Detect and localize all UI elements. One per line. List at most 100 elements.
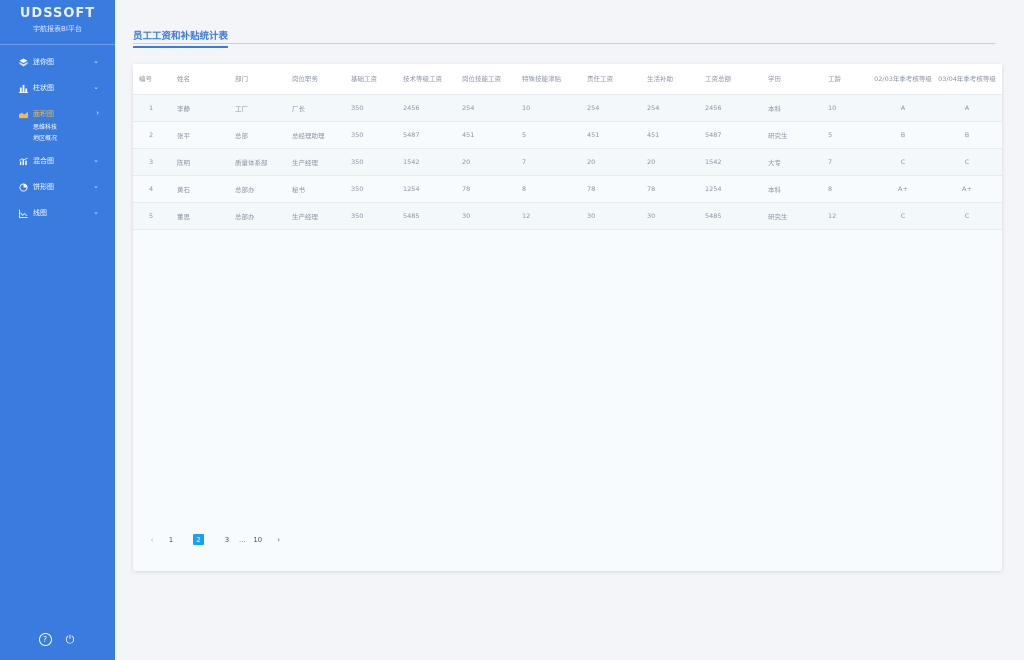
pagination-page-2-active[interactable]: 2 bbox=[193, 534, 204, 545]
table-cell: C bbox=[874, 202, 932, 230]
bar-chart-icon bbox=[18, 83, 28, 93]
table-cell: 350 bbox=[345, 175, 397, 203]
table-cell: 5 bbox=[822, 121, 874, 149]
chevron-down-icon: ⌄ bbox=[93, 83, 99, 91]
table-cell: 1254 bbox=[699, 175, 762, 203]
table-cell: 大专 bbox=[762, 148, 822, 176]
column-header: 技术等级工资 bbox=[397, 64, 456, 95]
sidebar-bottom: ? ⏻ bbox=[0, 633, 115, 646]
table-cell: 20 bbox=[456, 148, 516, 176]
table-cell: 5485 bbox=[699, 202, 762, 230]
pagination-page-last[interactable]: 10 bbox=[252, 534, 264, 545]
table-cell: 研究生 bbox=[762, 121, 822, 149]
table-cell: 秘书 bbox=[286, 175, 345, 203]
table-cell: 78 bbox=[456, 175, 516, 203]
table-header-row: 编号 姓名 部门 岗位职务 基础工资 技术等级工资 岗位技能工资 特殊技能津贴 责任工资 生活补助… bbox=[133, 64, 1002, 95]
table-cell: 20 bbox=[641, 148, 699, 176]
sidebar-item-label: 饼形图 bbox=[33, 183, 54, 191]
power-icon[interactable]: ⏻ bbox=[64, 633, 77, 646]
table-cell: 5487 bbox=[699, 121, 762, 149]
pagination-next-button[interactable]: › bbox=[274, 534, 284, 545]
pagination-prev-button[interactable]: ‹ bbox=[147, 534, 157, 545]
table-cell: 1542 bbox=[397, 148, 456, 176]
sidebar-item-area-chart[interactable]: 面积图 › bbox=[0, 101, 115, 127]
area-chart-icon bbox=[18, 109, 28, 119]
sidebar-subitem-region-overview[interactable]: 地区概况 bbox=[33, 133, 115, 144]
table-cell: 张平 bbox=[171, 121, 229, 149]
table-cell: 78 bbox=[641, 175, 699, 203]
chevron-down-icon: ⌄ bbox=[93, 156, 99, 164]
table-cell: 陈明 bbox=[171, 148, 229, 176]
chevron-down-icon: ⌄ bbox=[93, 182, 99, 190]
table-cell: 总经理助理 bbox=[286, 121, 345, 149]
column-header: 部门 bbox=[229, 64, 286, 95]
sidebar-item-label: 柱状图 bbox=[33, 84, 54, 92]
brand-logo[interactable]: UDSSOFT bbox=[0, 6, 115, 21]
table-cell: C bbox=[932, 202, 1002, 230]
table-cell: C bbox=[874, 148, 932, 176]
table-cell: 1 bbox=[133, 94, 171, 122]
table-cell: 350 bbox=[345, 202, 397, 230]
sidebar-item-mixed-chart[interactable]: 混合图 ⌄ bbox=[0, 148, 115, 174]
table-row[interactable]: 2 张平 总部 总经理助理 350 5487 451 5 451 451 5487 研究生 5 B B bbox=[133, 121, 1002, 149]
column-header: 学历 bbox=[762, 64, 822, 95]
table-cell: 黄石 bbox=[171, 175, 229, 203]
table-cell: 20 bbox=[581, 148, 641, 176]
table-cell: 10 bbox=[516, 94, 581, 122]
table-cell: 研究生 bbox=[762, 202, 822, 230]
help-icon[interactable]: ? bbox=[38, 633, 52, 646]
pagination: ‹ 1 2 3 ... 10 › bbox=[147, 534, 284, 545]
column-header: 岗位职务 bbox=[286, 64, 345, 95]
column-header: 工资总额 bbox=[699, 64, 762, 95]
sidebar-divider bbox=[0, 44, 115, 45]
sidebar-item-label: 混合图 bbox=[33, 157, 54, 165]
table-cell: A+ bbox=[874, 175, 932, 203]
table-row[interactable]: 4 黄石 总部办 秘书 350 1254 78 8 78 78 1254 本科 8 A+ A+ bbox=[133, 175, 1002, 203]
table-cell: 451 bbox=[641, 121, 699, 149]
table-cell: B bbox=[932, 121, 1002, 149]
column-header: 岗位技能工资 bbox=[456, 64, 516, 95]
table-cell: 12 bbox=[516, 202, 581, 230]
table-cell: 350 bbox=[345, 121, 397, 149]
page-header: 员工工资和补贴统计表 bbox=[133, 24, 995, 48]
table-cell: 生产经理 bbox=[286, 202, 345, 230]
mixed-chart-icon bbox=[18, 156, 28, 166]
table-cell: 工厂 bbox=[229, 94, 286, 122]
column-header: 03/04年季考核等级 bbox=[932, 64, 1002, 95]
table-cell: 本科 bbox=[762, 94, 822, 122]
table-row[interactable]: 5 董思 总部办 生产经理 350 5485 30 12 30 30 5485 研究生 12 C C bbox=[133, 202, 1002, 230]
table-cell: 350 bbox=[345, 148, 397, 176]
table-row[interactable]: 3 陈明 质量体系部 生产经理 350 1542 20 7 20 20 1542 大专 7 C C bbox=[133, 148, 1002, 176]
pagination-page-3[interactable]: 3 bbox=[221, 534, 233, 545]
sidebar-item-mini-chart[interactable]: 迷你图 ⌄ bbox=[0, 49, 115, 75]
table-card: 编号 姓名 部门 岗位职务 基础工资 技术等级工资 岗位技能工资 特殊技能津贴 责任工资 生活补助… bbox=[133, 64, 1002, 571]
column-header: 责任工资 bbox=[581, 64, 641, 95]
pagination-page-1[interactable]: 1 bbox=[165, 534, 177, 545]
line-chart-icon bbox=[18, 208, 28, 218]
table-cell: 5 bbox=[133, 202, 171, 230]
pie-chart-icon bbox=[18, 182, 28, 192]
sidebar-item-bar-chart[interactable]: 柱状图 ⌄ bbox=[0, 75, 115, 101]
table-cell: 350 bbox=[345, 94, 397, 122]
table-cell: 2456 bbox=[699, 94, 762, 122]
table-cell: 8 bbox=[516, 175, 581, 203]
table-cell: 2456 bbox=[397, 94, 456, 122]
column-header: 特殊技能津贴 bbox=[516, 64, 581, 95]
table-cell: 10 bbox=[822, 94, 874, 122]
chevron-down-icon: ⌄ bbox=[93, 57, 99, 65]
table-cell: 254 bbox=[581, 94, 641, 122]
sidebar-item-line-chart[interactable]: 线图 ⌄ bbox=[0, 200, 115, 226]
chevron-down-icon: ⌄ bbox=[93, 208, 99, 216]
table-cell: 生产经理 bbox=[286, 148, 345, 176]
column-header: 02/03年季考核等级 bbox=[874, 64, 932, 95]
sidebar-nav: 迷你图 ⌄ 柱状图 ⌄ 面积图 › 思维科技 地区概况 混合图 ⌄ 饼形图 ⌄ … bbox=[0, 49, 115, 226]
sidebar-item-pie-chart[interactable]: 饼形图 ⌄ bbox=[0, 174, 115, 200]
table-cell: 78 bbox=[581, 175, 641, 203]
table-cell: 254 bbox=[641, 94, 699, 122]
sidebar: UDSSOFT 宇航报表BI平台 迷你图 ⌄ 柱状图 ⌄ 面积图 › 思维科技 … bbox=[0, 0, 115, 660]
table-row[interactable]: 1 李静 工厂 厂长 350 2456 254 10 254 254 2456 本科 10 A A bbox=[133, 94, 1002, 122]
column-header: 基础工资 bbox=[345, 64, 397, 95]
main-content: 员工工资和补贴统计表 编号 姓名 部门 岗位职务 基础工资 技术等级工资 岗位技能工资 特殊技… bbox=[115, 0, 1024, 660]
table-cell: 1254 bbox=[397, 175, 456, 203]
column-header: 编号 bbox=[133, 64, 171, 95]
